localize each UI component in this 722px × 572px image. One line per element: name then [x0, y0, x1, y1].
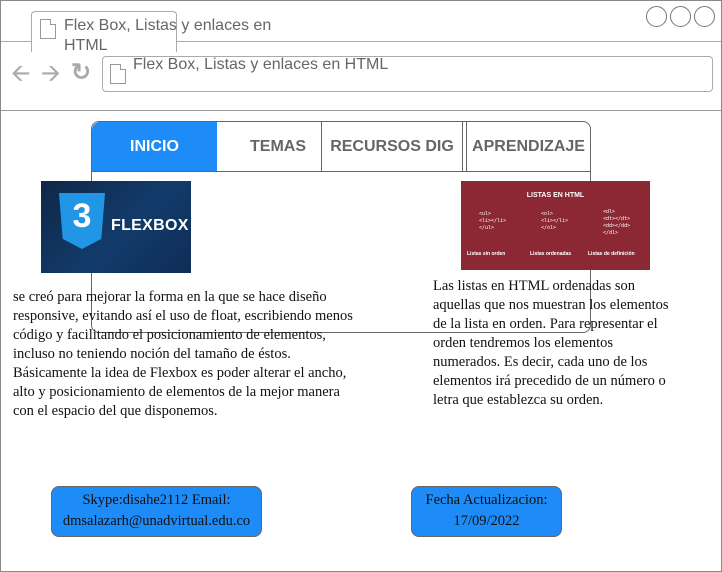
menu-bottom-border [92, 171, 590, 172]
caption-definition: Listas de definición [588, 251, 635, 257]
contact-email[interactable]: dmsalazarh@unadvirtual.edu.co [52, 511, 261, 532]
listas-description: Las listas en HTML ordenadas son aquella… [433, 278, 669, 408]
back-arrow-icon[interactable]: 🡨 [11, 62, 31, 86]
menu-item-aprendizaje[interactable]: APRENDIZAJE [467, 122, 590, 171]
page-icon [110, 64, 126, 84]
update-label: Fecha Actualizacion: [425, 492, 548, 508]
close-button[interactable] [694, 6, 715, 27]
css3-digit: 3 [72, 197, 92, 235]
tab-title: Flex Box, Listas y enlaces en HTML [64, 17, 272, 54]
maximize-button[interactable] [670, 6, 691, 27]
minimize-button[interactable] [646, 6, 667, 27]
menu-item-temas[interactable]: TEMAS [217, 122, 321, 171]
dl-code: <dl> <dt></dt> <dd></dd> </dl> [603, 209, 631, 236]
browser-window: Flex Box, Listas y enlaces en HTML 🡨 🡪 ↻… [0, 0, 722, 572]
flexbox-description: se creó para mejorar la forma en la que … [13, 289, 353, 419]
menu-divider [462, 122, 463, 171]
refresh-icon[interactable]: ↻ [71, 61, 91, 85]
menu-item-inicio[interactable]: INICIO [92, 122, 217, 171]
url-text: Flex Box, Listas y enlaces en HTML [133, 56, 389, 73]
caption-ordered: Listas ordenadas [530, 251, 572, 257]
forward-arrow-icon[interactable]: 🡪 [41, 62, 61, 86]
update-date: 17/09/2022 [453, 513, 520, 529]
flexbox-image-word: FLEXBOX [111, 217, 189, 234]
menu-item-recursos[interactable]: RECURSOS DIG [322, 122, 462, 171]
listas-html-image: LISTAS EN HTML <ul> <li></li> </ul> <ol>… [461, 181, 650, 270]
toolbar-divider [1, 110, 721, 111]
flexbox-image: 3 FLEXBOX [41, 181, 191, 273]
contact-skype: Skype:disahe2112 Email: [82, 492, 231, 508]
caption-unordered: Listas sin orden [467, 251, 506, 257]
address-bar[interactable]: Flex Box, Listas y enlaces en HTML [102, 56, 713, 92]
listas-image-title: LISTAS EN HTML [526, 192, 585, 199]
document-icon [40, 19, 56, 39]
browser-tab[interactable]: Flex Box, Listas y enlaces en HTML [31, 11, 271, 54]
ol-code: <ol> <li></li> </ol> [541, 211, 569, 231]
update-date-box: Fecha Actualizacion: 17/09/2022 [411, 486, 562, 537]
contact-box: Skype:disahe2112 Email: dmsalazarh@unadv… [51, 486, 262, 537]
ul-code: <ul> <li></li> </ul> [479, 211, 507, 231]
